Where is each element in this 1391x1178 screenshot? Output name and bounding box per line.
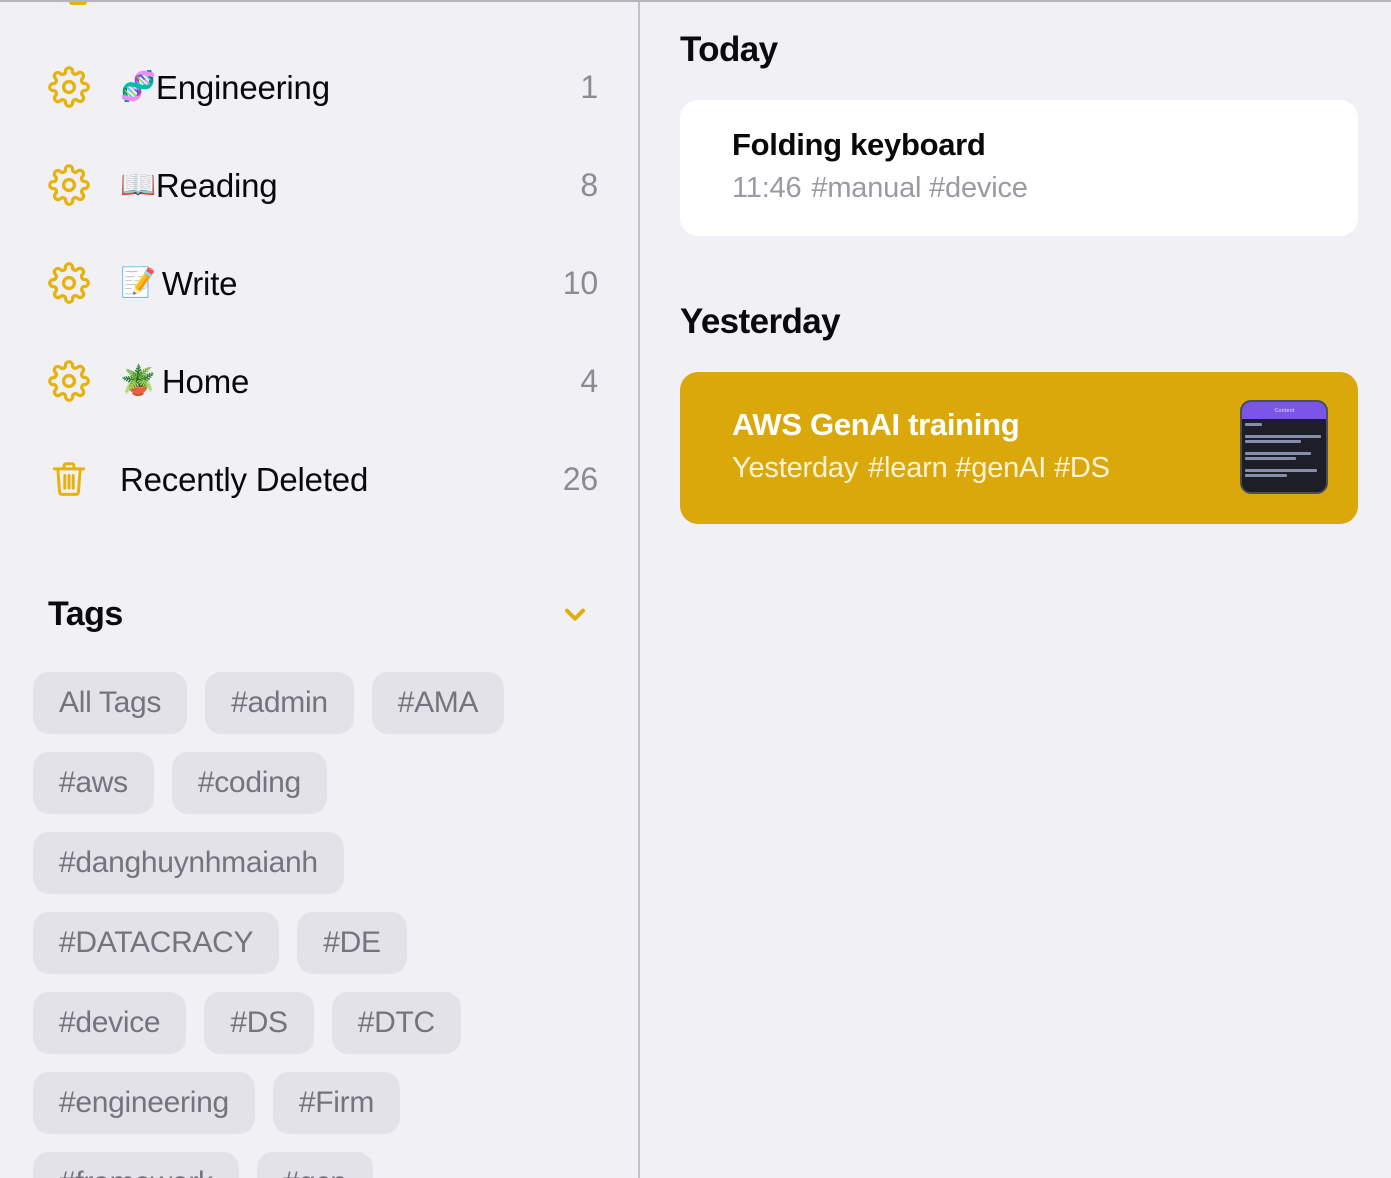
folder-list: 🧬 Engineering 1 📖 Reading 8 📝 Write 10 🪴…: [0, 0, 638, 528]
sidebar-item-label: 📖 Reading: [120, 166, 278, 204]
tag-pill-admin[interactable]: #admin: [205, 672, 354, 734]
folder-count-reading: 8: [580, 166, 598, 203]
sidebar-item-label: 🧬 Engineering: [120, 71, 330, 104]
tags-title: Tags: [48, 594, 123, 633]
sidebar-item-home[interactable]: 🪴 Home 4: [0, 332, 638, 430]
tags-section: Tags All Tags #admin #AMA #aws #coding #…: [0, 586, 638, 1178]
note-thumbnail-header-label: Content: [1274, 407, 1294, 414]
tag-pill-firm[interactable]: #Firm: [272, 1072, 401, 1134]
folder-name-home: Home: [161, 362, 250, 400]
note-time: 11:46: [732, 171, 802, 204]
sidebar-item-label: Recently Deleted: [120, 463, 368, 496]
sidebar-item-engineering[interactable]: 🧬 Engineering 1: [0, 38, 638, 136]
folder-emoji-home: 🪴: [120, 364, 156, 397]
note-card-aws-genai-training[interactable]: AWS GenAI training Yesterday #learn #genA…: [680, 372, 1358, 524]
tag-pill-framework[interactable]: #framework: [33, 1152, 239, 1178]
folder-count-recently-deleted: 26: [562, 460, 598, 497]
note-thumbnail-header: Content: [1242, 402, 1326, 419]
tag-pill-datacracy[interactable]: #DATACRACY: [33, 912, 280, 974]
note-meta: 11:46 #manual #device: [732, 171, 1328, 206]
tag-pill-coding[interactable]: #coding: [171, 752, 327, 814]
gear-icon[interactable]: [46, 64, 92, 110]
chevron-down-icon[interactable]: [558, 597, 592, 631]
sidebar: 🧬 Engineering 1 📖 Reading 8 📝 Write 10 🪴…: [0, 0, 640, 1178]
tag-pill-ds[interactable]: #DS: [204, 992, 314, 1054]
folder-name-recently-deleted: Recently Deleted: [120, 460, 369, 498]
note-text: AWS GenAI training Yesterday #learn #genA…: [732, 408, 1216, 486]
sidebar-item-label: 🪴 Home: [120, 365, 249, 398]
folder-name-engineering: Engineering: [155, 68, 330, 106]
clipped-gear-icon-sliver: [69, 2, 87, 5]
tag-pill-aws[interactable]: #aws: [33, 752, 154, 814]
tag-pill-danghuynhmaianh[interactable]: #danghuynhmaianh: [33, 832, 344, 894]
note-title: AWS GenAI training: [732, 407, 1020, 443]
tag-pill-device[interactable]: #device: [33, 992, 187, 1054]
note-text: Folding keyboard 11:46 #manual #device: [732, 128, 1328, 206]
folder-emoji-write: 📝: [120, 266, 156, 299]
sidebar-item-recently-deleted[interactable]: Recently Deleted 26: [0, 430, 638, 528]
folder-count-engineering: 1: [580, 68, 598, 105]
tag-pill-dtc[interactable]: #DTC: [331, 992, 461, 1054]
folder-count-write: 10: [562, 264, 598, 301]
note-time: Yesterday: [732, 451, 859, 484]
folder-emoji-engineering: 🧬: [120, 70, 156, 103]
folder-name-write: Write: [161, 264, 238, 302]
gear-icon[interactable]: [46, 260, 92, 306]
gear-icon[interactable]: [46, 162, 92, 208]
note-tags: #learn #genAI #DS: [868, 451, 1110, 484]
note-list-panel: Today Folding keyboard 11:46 #manual #dev…: [640, 0, 1391, 1178]
section-heading-yesterday: Yesterday: [680, 302, 841, 341]
note-thumbnail: Content: [1240, 400, 1328, 494]
tag-pill-gcp[interactable]: #gcp: [256, 1152, 373, 1178]
sidebar-item-write[interactable]: 📝 Write 10: [0, 234, 638, 332]
note-card-folding-keyboard[interactable]: Folding keyboard 11:46 #manual #device: [680, 100, 1358, 236]
folder-emoji-reading: 📖: [120, 168, 156, 201]
folder-name-reading: Reading: [155, 166, 278, 204]
tag-pill-ama[interactable]: #AMA: [371, 672, 505, 734]
note-meta: Yesterday #learn #genAI #DS: [732, 451, 1216, 486]
note-thumbnail-body: [1242, 419, 1326, 492]
tag-pill-all-tags[interactable]: All Tags: [33, 672, 188, 734]
folder-count-home: 4: [580, 362, 598, 399]
section-heading-today: Today: [680, 30, 778, 69]
tag-pill-engineering[interactable]: #engineering: [33, 1072, 255, 1134]
trash-icon: [46, 456, 92, 502]
gear-icon[interactable]: [46, 358, 92, 404]
tag-cloud: All Tags #admin #AMA #aws #coding #dangh…: [0, 642, 600, 1178]
tags-header: Tags: [0, 586, 638, 642]
sidebar-item-label: 📝 Write: [120, 264, 238, 302]
note-title: Folding keyboard: [732, 127, 986, 163]
note-tags: #manual #device: [811, 171, 1028, 204]
notes-app-window: 🧬 Engineering 1 📖 Reading 8 📝 Write 10 🪴…: [0, 0, 1391, 1178]
window-top-divider: [0, 0, 1391, 2]
sidebar-item-reading[interactable]: 📖 Reading 8: [0, 136, 638, 234]
tag-pill-de[interactable]: #DE: [297, 912, 407, 974]
